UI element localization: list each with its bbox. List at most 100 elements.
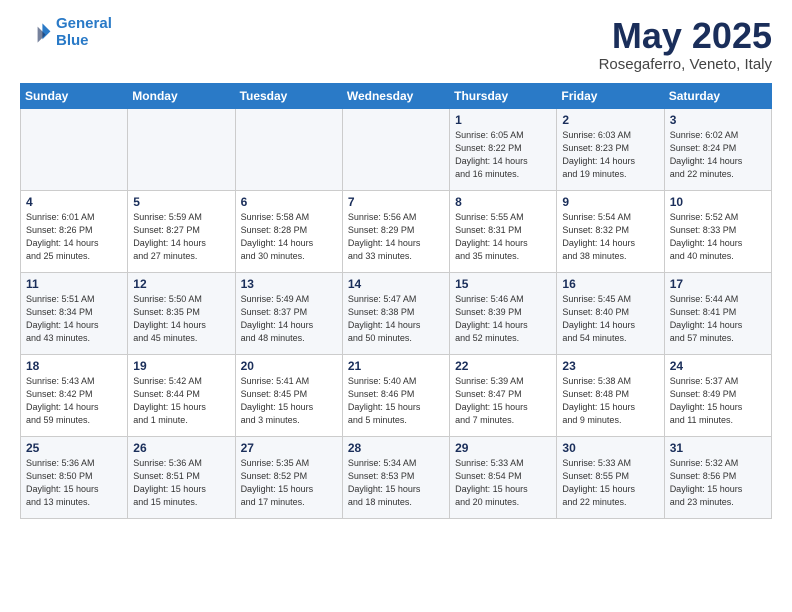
day-number: 27 [241, 441, 337, 455]
calendar-cell: 24Sunrise: 5:37 AM Sunset: 8:49 PM Dayli… [664, 354, 771, 436]
week-row-3: 11Sunrise: 5:51 AM Sunset: 8:34 PM Dayli… [21, 272, 772, 354]
day-info: Sunrise: 5:56 AM Sunset: 8:29 PM Dayligh… [348, 211, 444, 263]
weekday-header-saturday: Saturday [664, 83, 771, 108]
weekday-row: SundayMondayTuesdayWednesdayThursdayFrid… [21, 83, 772, 108]
day-number: 29 [455, 441, 551, 455]
calendar-header: SundayMondayTuesdayWednesdayThursdayFrid… [21, 83, 772, 108]
day-number: 4 [26, 195, 122, 209]
day-info: Sunrise: 5:59 AM Sunset: 8:27 PM Dayligh… [133, 211, 229, 263]
calendar-cell: 16Sunrise: 5:45 AM Sunset: 8:40 PM Dayli… [557, 272, 664, 354]
day-info: Sunrise: 5:37 AM Sunset: 8:49 PM Dayligh… [670, 375, 766, 427]
calendar-cell: 13 Sunrise: 5:49 AM Sunset: 8:37 PM Dayli… [235, 272, 342, 354]
weekday-header-friday: Friday [557, 83, 664, 108]
day-number: 12 [133, 277, 229, 291]
day-info: Sunrise: 5:36 AM Sunset: 8:50 PM Dayligh… [26, 457, 122, 509]
day-number: 6 [241, 195, 337, 209]
day-number: 16 [562, 277, 658, 291]
calendar-cell: 3Sunrise: 6:02 AM Sunset: 8:24 PM Daylig… [664, 108, 771, 190]
calendar-cell: 1 Sunrise: 6:05 AM Sunset: 8:22 PM Daylig… [450, 108, 557, 190]
day-number: 13 [241, 277, 337, 291]
day-info: Sunrise: 5:39 AM Sunset: 8:47 PM Dayligh… [455, 375, 551, 427]
day-number: 22 [455, 359, 551, 373]
day-number: 17 [670, 277, 766, 291]
day-info: Sunrise: 5:34 AM Sunset: 8:53 PM Dayligh… [348, 457, 444, 509]
day-number: 2 [562, 113, 658, 127]
page: General Blue May 2025 Rosegaferro, Venet… [0, 0, 792, 535]
calendar-cell: 15 Sunrise: 5:46 AM Sunset: 8:39 PM Dayli… [450, 272, 557, 354]
day-info: Sunrise: 5:38 AM Sunset: 8:48 PM Dayligh… [562, 375, 658, 427]
calendar-cell: 20Sunrise: 5:41 AM Sunset: 8:45 PM Dayli… [235, 354, 342, 436]
day-number: 14 [348, 277, 444, 291]
calendar-cell: 18Sunrise: 5:43 AM Sunset: 8:42 PM Dayli… [21, 354, 128, 436]
day-info: Sunrise: 5:58 AM Sunset: 8:28 PM Dayligh… [241, 211, 337, 263]
logo-line1: General [56, 15, 112, 32]
calendar-cell: 21Sunrise: 5:40 AM Sunset: 8:46 PM Dayli… [342, 354, 449, 436]
day-number: 26 [133, 441, 229, 455]
day-number: 8 [455, 195, 551, 209]
calendar-cell: 28 Sunrise: 5:34 AM Sunset: 8:53 PM Dayli… [342, 436, 449, 518]
calendar-body: 1 Sunrise: 6:05 AM Sunset: 8:22 PM Daylig… [21, 108, 772, 518]
day-number: 28 [348, 441, 444, 455]
day-info: Sunrise: 5:51 AM Sunset: 8:34 PM Dayligh… [26, 293, 122, 345]
day-number: 31 [670, 441, 766, 455]
day-info: Sunrise: 6:01 AM Sunset: 8:26 PM Dayligh… [26, 211, 122, 263]
day-number: 10 [670, 195, 766, 209]
calendar-cell [21, 108, 128, 190]
calendar-cell: 31Sunrise: 5:32 AM Sunset: 8:56 PM Dayli… [664, 436, 771, 518]
day-info: Sunrise: 5:44 AM Sunset: 8:41 PM Dayligh… [670, 293, 766, 345]
day-info: Sunrise: 5:36 AM Sunset: 8:51 PM Dayligh… [133, 457, 229, 509]
title-block: May 2025 Rosegaferro, Veneto, Italy [599, 16, 772, 73]
day-info: Sunrise: 5:47 AM Sunset: 8:38 PM Dayligh… [348, 293, 444, 345]
day-info: Sunrise: 5:52 AM Sunset: 8:33 PM Dayligh… [670, 211, 766, 263]
calendar-table: SundayMondayTuesdayWednesdayThursdayFrid… [20, 83, 772, 519]
week-row-4: 18Sunrise: 5:43 AM Sunset: 8:42 PM Dayli… [21, 354, 772, 436]
day-number: 30 [562, 441, 658, 455]
calendar-cell: 6 Sunrise: 5:58 AM Sunset: 8:28 PM Daylig… [235, 190, 342, 272]
day-info: Sunrise: 6:02 AM Sunset: 8:24 PM Dayligh… [670, 129, 766, 181]
calendar-cell: 9Sunrise: 5:54 AM Sunset: 8:32 PM Daylig… [557, 190, 664, 272]
weekday-header-wednesday: Wednesday [342, 83, 449, 108]
day-info: Sunrise: 5:41 AM Sunset: 8:45 PM Dayligh… [241, 375, 337, 427]
month-title: May 2025 [599, 16, 772, 56]
weekday-header-monday: Monday [128, 83, 235, 108]
week-row-2: 4 Sunrise: 6:01 AM Sunset: 8:26 PM Daylig… [21, 190, 772, 272]
calendar-cell: 17 Sunrise: 5:44 AM Sunset: 8:41 PM Dayli… [664, 272, 771, 354]
calendar-cell [342, 108, 449, 190]
day-number: 23 [562, 359, 658, 373]
day-number: 19 [133, 359, 229, 373]
day-info: Sunrise: 5:55 AM Sunset: 8:31 PM Dayligh… [455, 211, 551, 263]
weekday-header-tuesday: Tuesday [235, 83, 342, 108]
calendar-cell: 8 Sunrise: 5:55 AM Sunset: 8:31 PM Daylig… [450, 190, 557, 272]
logo-line2: Blue [56, 32, 89, 49]
calendar-cell: 4 Sunrise: 6:01 AM Sunset: 8:26 PM Daylig… [21, 190, 128, 272]
day-info: Sunrise: 5:46 AM Sunset: 8:39 PM Dayligh… [455, 293, 551, 345]
week-row-1: 1 Sunrise: 6:05 AM Sunset: 8:22 PM Daylig… [21, 108, 772, 190]
logo-icon [20, 17, 52, 49]
header: General Blue May 2025 Rosegaferro, Venet… [20, 16, 772, 73]
calendar-cell: 26 Sunrise: 5:36 AM Sunset: 8:51 PM Dayli… [128, 436, 235, 518]
location: Rosegaferro, Veneto, Italy [599, 56, 772, 73]
calendar-cell: 23 Sunrise: 5:38 AM Sunset: 8:48 PM Dayli… [557, 354, 664, 436]
day-info: Sunrise: 5:49 AM Sunset: 8:37 PM Dayligh… [241, 293, 337, 345]
calendar-cell [235, 108, 342, 190]
day-number: 1 [455, 113, 551, 127]
day-info: Sunrise: 5:35 AM Sunset: 8:52 PM Dayligh… [241, 457, 337, 509]
calendar-cell: 11Sunrise: 5:51 AM Sunset: 8:34 PM Dayli… [21, 272, 128, 354]
calendar-cell: 14 Sunrise: 5:47 AM Sunset: 8:38 PM Dayli… [342, 272, 449, 354]
day-info: Sunrise: 6:03 AM Sunset: 8:23 PM Dayligh… [562, 129, 658, 181]
logo-text: General Blue [56, 16, 112, 49]
day-info: Sunrise: 5:33 AM Sunset: 8:54 PM Dayligh… [455, 457, 551, 509]
calendar-cell: 19Sunrise: 5:42 AM Sunset: 8:44 PM Dayli… [128, 354, 235, 436]
calendar-cell: 27 Sunrise: 5:35 AM Sunset: 8:52 PM Dayli… [235, 436, 342, 518]
day-info: Sunrise: 5:54 AM Sunset: 8:32 PM Dayligh… [562, 211, 658, 263]
calendar-cell: 7 Sunrise: 5:56 AM Sunset: 8:29 PM Daylig… [342, 190, 449, 272]
day-number: 7 [348, 195, 444, 209]
day-info: Sunrise: 5:40 AM Sunset: 8:46 PM Dayligh… [348, 375, 444, 427]
day-number: 15 [455, 277, 551, 291]
day-info: Sunrise: 5:33 AM Sunset: 8:55 PM Dayligh… [562, 457, 658, 509]
day-number: 25 [26, 441, 122, 455]
day-info: Sunrise: 6:05 AM Sunset: 8:22 PM Dayligh… [455, 129, 551, 181]
calendar-cell: 2 Sunrise: 6:03 AM Sunset: 8:23 PM Daylig… [557, 108, 664, 190]
day-info: Sunrise: 5:43 AM Sunset: 8:42 PM Dayligh… [26, 375, 122, 427]
calendar-cell: 10 Sunrise: 5:52 AM Sunset: 8:33 PM Dayli… [664, 190, 771, 272]
